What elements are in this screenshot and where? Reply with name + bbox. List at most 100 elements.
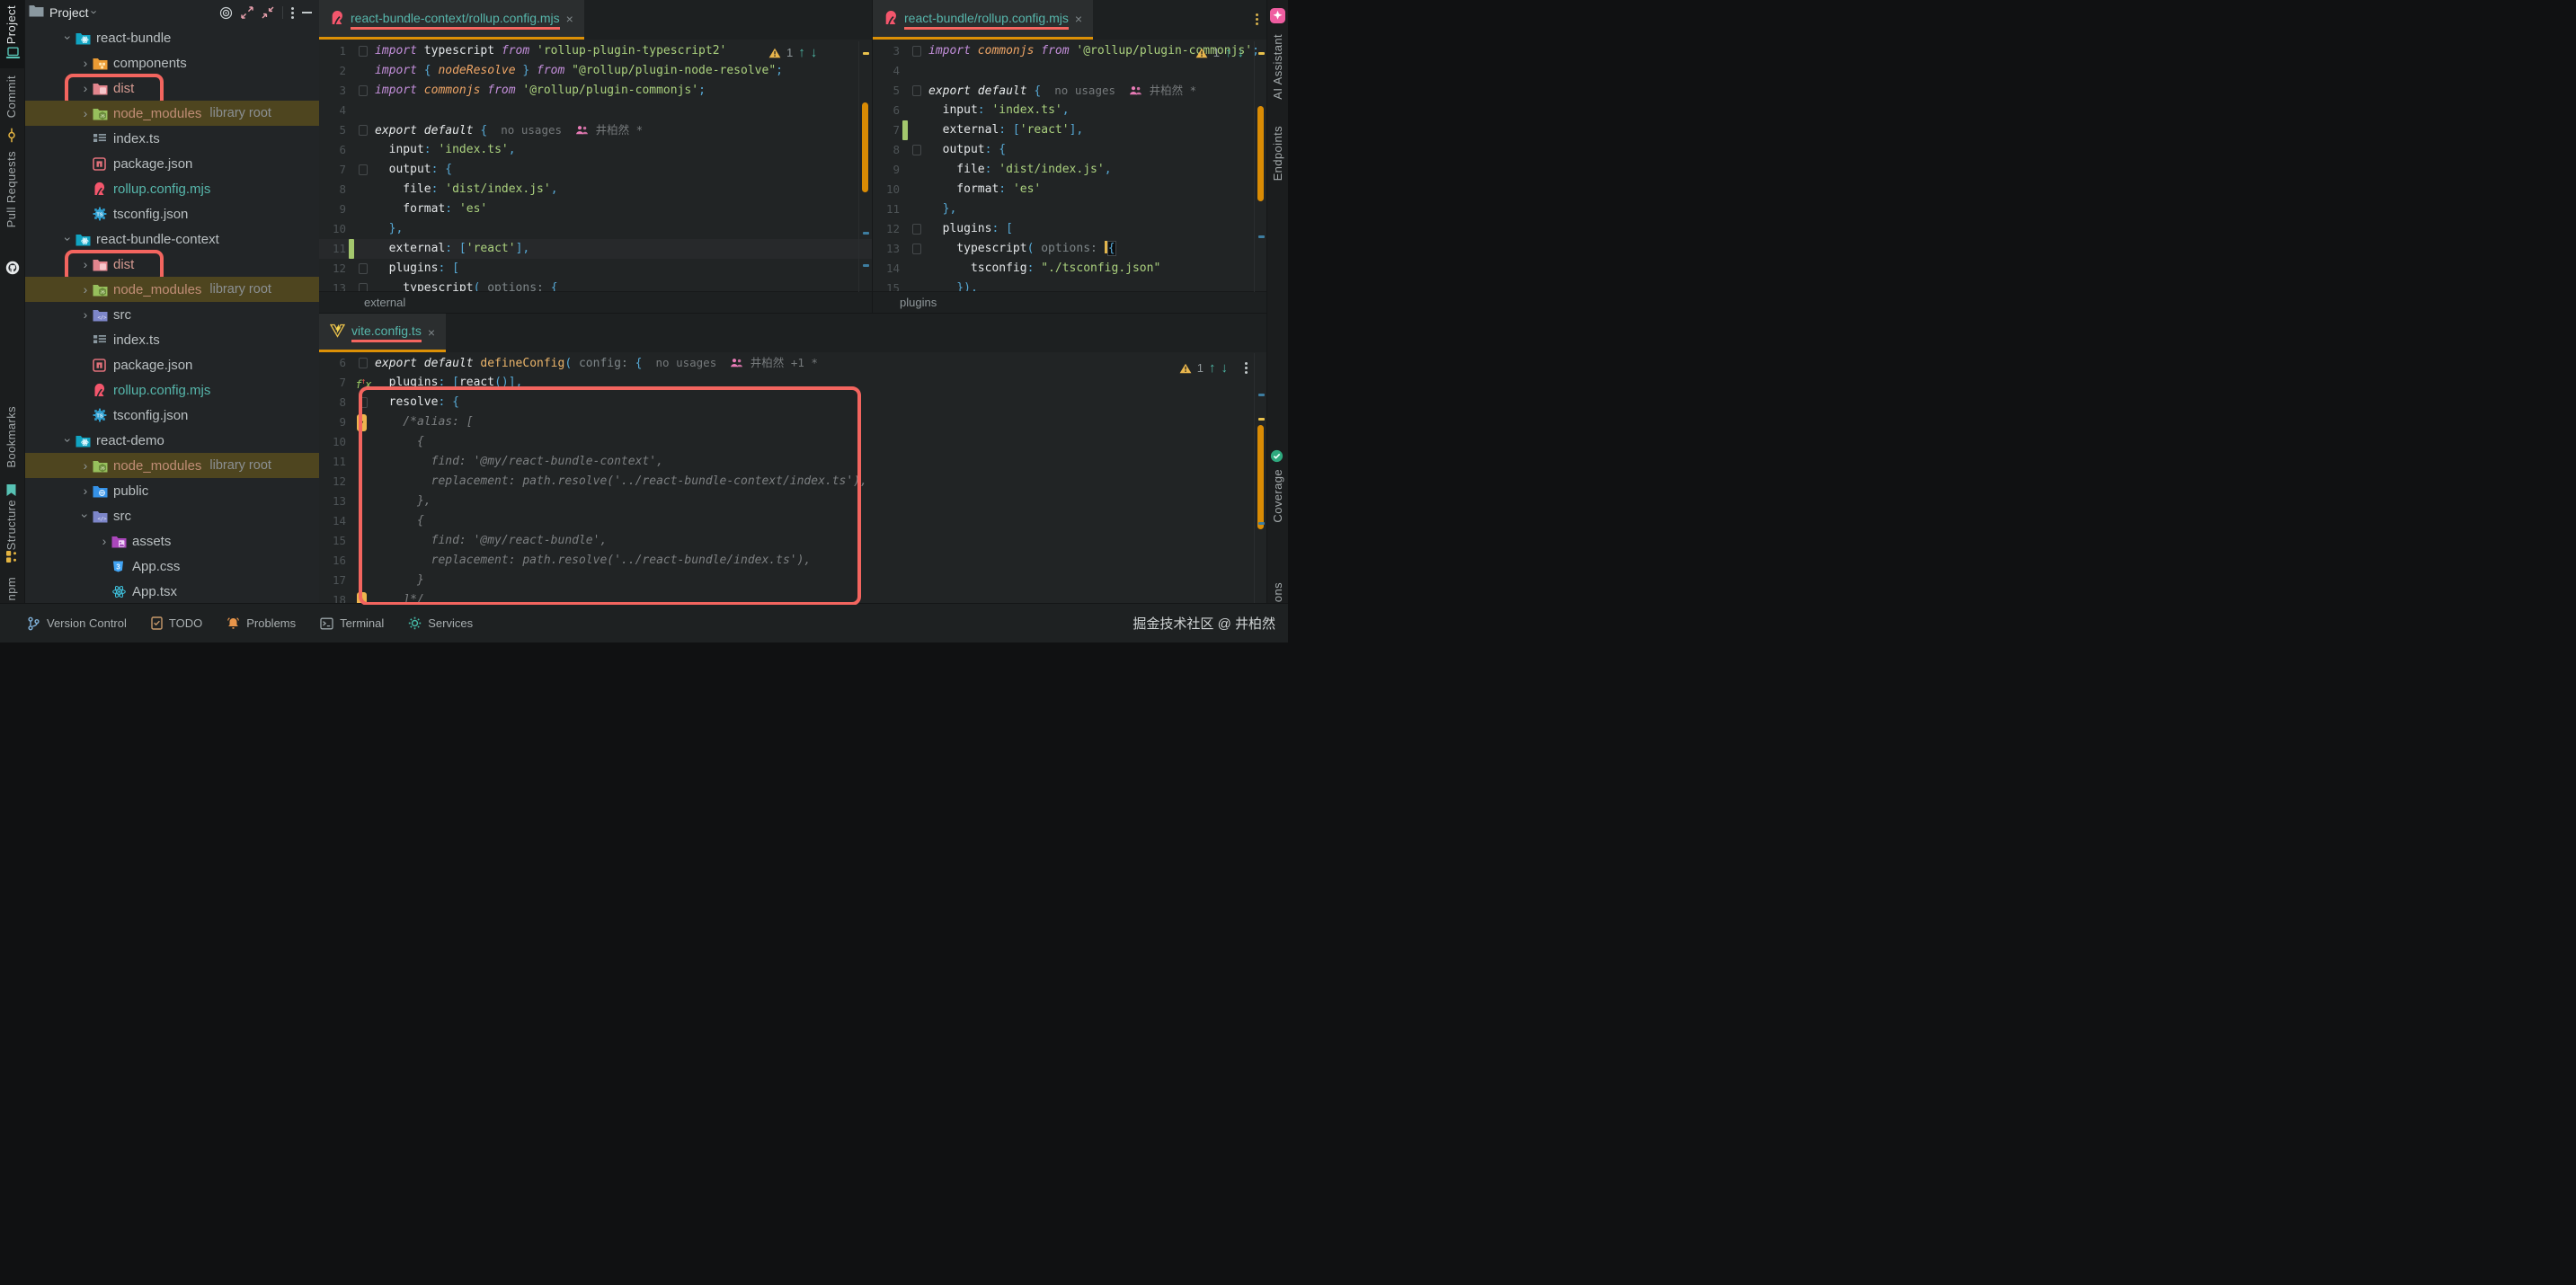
github-icon[interactable] <box>5 261 20 279</box>
tree-item-rollup-config-mjs[interactable]: rollup.config.mjs <box>25 176 319 201</box>
warning-stripe-mark[interactable] <box>1258 418 1265 421</box>
structure-icon[interactable] <box>5 550 18 568</box>
tool-button-npm[interactable]: npm <box>4 577 18 601</box>
status-version-control[interactable]: Version Control <box>27 616 127 631</box>
inspection-widget[interactable]: 1↑↓ <box>1179 360 1228 376</box>
fold-marker-icon[interactable] <box>359 397 368 408</box>
more-icon[interactable] <box>1256 13 1258 25</box>
error-stripe[interactable] <box>1254 353 1267 605</box>
inspection-widget[interactable]: 1↑↓ <box>768 45 817 60</box>
tool-button-project[interactable]: Project <box>4 5 18 44</box>
fold-marker-icon[interactable] <box>912 145 921 155</box>
breadcrumb[interactable]: plugins <box>873 291 1267 313</box>
status-todo[interactable]: TODO <box>151 616 202 630</box>
code-editor[interactable]: 1import typescript from 'rollup-plugin-t… <box>319 41 872 292</box>
chevron-right-icon[interactable]: › <box>79 483 92 498</box>
chevron-right-icon[interactable]: › <box>79 282 92 297</box>
close-icon[interactable]: × <box>1075 12 1082 28</box>
status-services[interactable]: Services <box>408 616 473 630</box>
status-terminal[interactable]: Terminal <box>320 616 384 630</box>
next-warning-arrow[interactable]: ↑ <box>798 45 805 60</box>
chevron-right-icon[interactable]: › <box>79 106 92 120</box>
tree-item-dist[interactable]: ›dist <box>25 75 319 101</box>
next-warning-arrow[interactable]: ↑ <box>1225 45 1232 60</box>
tool-button-bookmarks[interactable]: Bookmarks <box>4 406 18 468</box>
chevron-right-icon[interactable]: › <box>98 534 111 548</box>
tool-button-coverage[interactable]: Coverage <box>1271 469 1284 523</box>
info-stripe-mark[interactable] <box>1258 394 1265 396</box>
fold-marker-icon[interactable] <box>359 164 368 175</box>
prev-warning-arrow[interactable]: ↓ <box>1221 360 1229 376</box>
ai-icon[interactable] <box>1270 8 1285 28</box>
tree-item-src[interactable]: ›</>src <box>25 302 319 327</box>
chevron-down-icon[interactable]: › <box>61 233 76 245</box>
error-stripe[interactable] <box>1254 41 1267 292</box>
tree-item-node-modules[interactable]: ›JSnode_moduleslibrary root <box>25 453 319 478</box>
code-editor[interactable]: 3import commonjs from '@rollup/plugin-co… <box>873 41 1267 292</box>
fold-marker-icon[interactable] <box>359 85 368 96</box>
tab-vite-config[interactable]: vite.config.ts × <box>319 314 446 352</box>
gutter-highlight-marker[interactable]: ▾ <box>357 414 367 431</box>
laptop-icon[interactable] <box>5 47 21 64</box>
info-stripe-mark[interactable] <box>863 264 869 267</box>
status-problems[interactable]: Problems <box>227 616 296 630</box>
fold-marker-icon[interactable] <box>359 46 368 57</box>
scrollbar-thumb[interactable] <box>862 102 868 192</box>
tree-item-rollup-config-mjs[interactable]: rollup.config.mjs <box>25 377 319 403</box>
fold-marker-icon[interactable] <box>359 125 368 136</box>
close-icon[interactable]: × <box>428 325 435 341</box>
chevron-down-icon[interactable]: › <box>78 510 93 522</box>
tree-item-package-json[interactable]: package.json <box>25 151 319 176</box>
tree-item-app-tsx[interactable]: App.tsx <box>25 579 319 604</box>
tree-item-tsconfig-json[interactable]: TStsconfig.json <box>25 403 319 428</box>
warning-stripe-mark[interactable] <box>1258 52 1265 55</box>
tree-item-react-bundle[interactable]: ›react-bundle <box>25 25 319 50</box>
tool-button-structure[interactable]: Structure <box>4 500 18 550</box>
bookmark-icon[interactable] <box>5 483 17 501</box>
chevron-right-icon[interactable]: › <box>79 81 92 95</box>
breadcrumb[interactable]: external <box>319 291 872 313</box>
scrollbar-thumb[interactable] <box>1257 425 1264 529</box>
more-icon[interactable] <box>291 7 294 19</box>
tree-item-assets[interactable]: ›assets <box>25 528 319 554</box>
inspection-widget[interactable]: 1↑↓ <box>1195 45 1244 60</box>
fold-marker-icon[interactable] <box>359 263 368 274</box>
tab-rollup-config-bundle[interactable]: react-bundle/rollup.config.mjs × <box>873 0 1093 40</box>
close-icon[interactable]: × <box>566 12 573 28</box>
next-warning-arrow[interactable]: ↑ <box>1209 360 1216 376</box>
tab-rollup-config-context[interactable]: react-bundle-context/rollup.config.mjs × <box>319 0 584 40</box>
tree-item-public[interactable]: ›public <box>25 478 319 503</box>
tree-item-dist[interactable]: ›dist <box>25 252 319 277</box>
tool-button-pull-requests[interactable]: Pull Requests <box>4 151 18 227</box>
code-editor[interactable]: 6export default defineConfig( config: { … <box>319 353 1267 605</box>
chevron-right-icon[interactable]: › <box>79 458 92 473</box>
tool-button-endpoints[interactable]: Endpoints <box>1271 126 1284 181</box>
scrollbar-thumb[interactable] <box>1257 106 1264 201</box>
tool-button-ai-assistant[interactable]: AI Assistant <box>1271 34 1284 100</box>
info-stripe-mark[interactable] <box>1258 235 1265 238</box>
tree-item-react-demo[interactable]: ›react-demo <box>25 428 319 453</box>
info-stripe-mark[interactable] <box>1258 522 1265 525</box>
tree-item-index-ts[interactable]: index.ts <box>25 327 319 352</box>
commit-icon[interactable] <box>5 128 18 147</box>
locate-icon[interactable] <box>219 6 233 20</box>
collapse-icon[interactable] <box>262 6 274 19</box>
tree-item-components[interactable]: ›components <box>25 50 319 75</box>
tree-item-package-json[interactable]: package.json <box>25 352 319 377</box>
tool-button-commit[interactable]: Commit <box>4 75 18 118</box>
info-stripe-mark[interactable] <box>863 232 869 235</box>
expand-icon[interactable] <box>241 6 253 19</box>
fold-marker-icon[interactable] <box>912 85 921 96</box>
fold-marker-icon[interactable] <box>912 224 921 235</box>
warning-stripe-mark[interactable] <box>863 52 869 55</box>
prev-warning-arrow[interactable]: ↓ <box>1238 45 1245 60</box>
tree-item-src[interactable]: ›</>src <box>25 503 319 528</box>
prev-warning-arrow[interactable]: ↓ <box>811 45 818 60</box>
chevron-right-icon[interactable]: › <box>79 307 92 322</box>
tree-item-node-modules[interactable]: ›JSnode_moduleslibrary root <box>25 277 319 302</box>
fx-gutter-icon[interactable]: f↑x <box>356 372 371 394</box>
fold-marker-icon[interactable] <box>912 46 921 57</box>
chevron-down-icon[interactable]: › <box>87 10 101 13</box>
tree-item-react-bundle-context[interactable]: ›react-bundle-context <box>25 226 319 252</box>
fold-marker-icon[interactable] <box>359 358 368 368</box>
